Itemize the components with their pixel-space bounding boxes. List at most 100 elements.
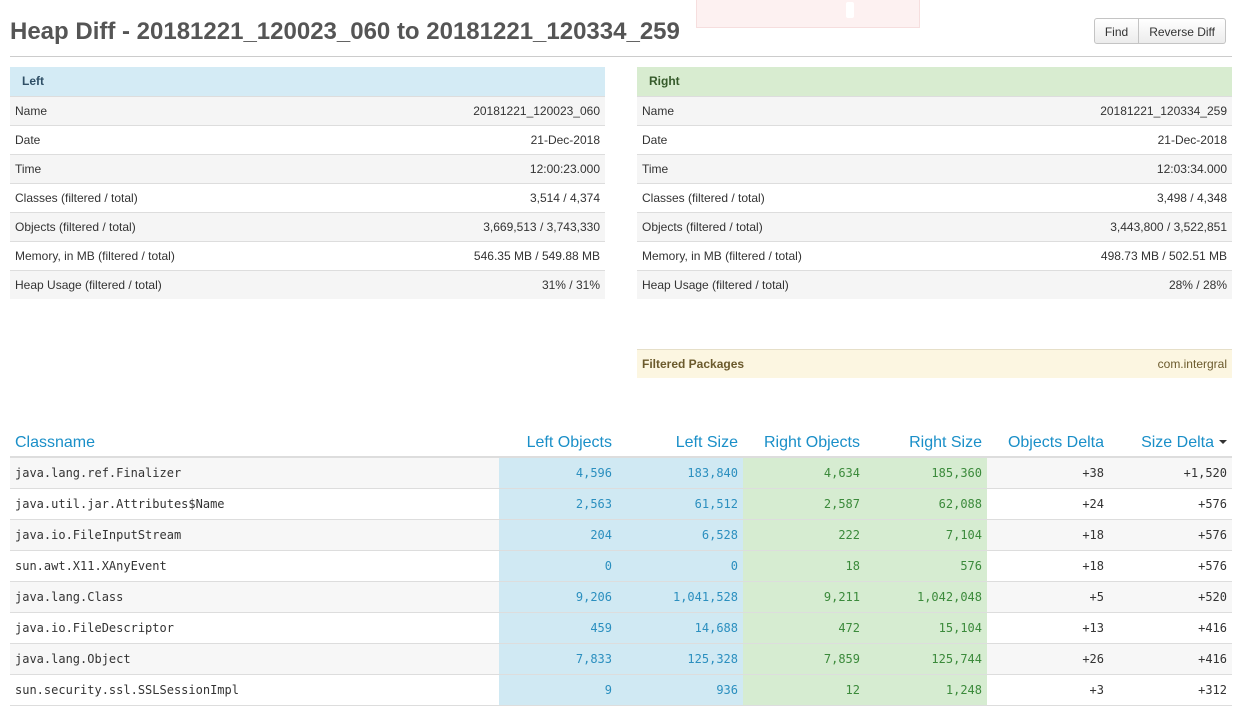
cell-right-size: 125,744 bbox=[865, 643, 987, 675]
right-info-value: 3,498 / 4,348 bbox=[1156, 191, 1227, 205]
left-panel-heading: Left bbox=[10, 67, 605, 97]
table-row[interactable]: sun.security.ssl.SSLSessionImpl 9 936 12 1,2… bbox=[10, 674, 1232, 706]
left-info-label: Name bbox=[15, 104, 48, 118]
reverse-diff-button[interactable]: Reverse Diff bbox=[1139, 18, 1226, 44]
left-info-label: Date bbox=[15, 133, 41, 147]
right-info-row: Heap Usage (filtered / total) 28% / 28% bbox=[637, 271, 1232, 299]
cell-right-size: 1,042,048 bbox=[865, 581, 987, 613]
toolbar: Find Reverse Diff bbox=[1093, 18, 1226, 44]
cell-left-size: 125,328 bbox=[617, 643, 743, 675]
column-header-left-size[interactable]: Left Size bbox=[617, 429, 743, 458]
column-header-classname[interactable]: Classname bbox=[10, 429, 499, 458]
right-info-value: 28% / 28% bbox=[1168, 278, 1227, 292]
table-row[interactable]: java.io.FileInputStream 204 6,528 222 7,104 +… bbox=[10, 519, 1232, 551]
cell-right-size: 7,104 bbox=[865, 519, 987, 551]
table-header-row: Classname Left Objects Left Size Right O… bbox=[10, 429, 1232, 458]
cell-right-objects: 222 bbox=[743, 519, 865, 551]
cell-objects-delta: +18 bbox=[987, 519, 1109, 551]
table-row[interactable]: java.util.jar.Attributes$Name 2,563 61,512… bbox=[10, 488, 1232, 520]
cell-right-objects: 4,634 bbox=[743, 457, 865, 489]
table-row[interactable]: java.lang.Class 9,206 1,041,528 9,211 1,042,… bbox=[10, 581, 1232, 613]
cell-left-size: 0 bbox=[617, 550, 743, 582]
page-title: Heap Diff - 20181221_120023_060 to 20181… bbox=[10, 18, 680, 45]
cell-left-objects: 0 bbox=[499, 550, 617, 582]
header-divider bbox=[10, 56, 1232, 57]
right-panel-heading: Right bbox=[637, 67, 1232, 97]
column-header-right-objects[interactable]: Right Objects bbox=[743, 429, 865, 458]
cell-left-size: 6,528 bbox=[617, 519, 743, 551]
right-info-row: Classes (filtered / total) 3,498 / 4,348 bbox=[637, 184, 1232, 213]
right-info-value: 498.73 MB / 502.51 MB bbox=[1100, 249, 1227, 263]
left-info-label: Objects (filtered / total) bbox=[15, 220, 136, 234]
cell-size-delta: +416 bbox=[1109, 612, 1232, 644]
right-info-row: Objects (filtered / total) 3,443,800 / 3,… bbox=[637, 213, 1232, 242]
right-info-row: Name 20181221_120334_259 bbox=[637, 97, 1232, 126]
right-info-row: Memory, in MB (filtered / total) 498.73 M… bbox=[637, 242, 1232, 271]
cell-left-objects: 4,596 bbox=[499, 457, 617, 489]
left-info-value: 3,669,513 / 3,743,330 bbox=[483, 220, 600, 234]
right-info-label: Date bbox=[642, 133, 668, 147]
cell-right-size: 185,360 bbox=[865, 457, 987, 489]
cell-left-objects: 7,833 bbox=[499, 643, 617, 675]
cell-right-objects: 472 bbox=[743, 612, 865, 644]
cell-size-delta: +416 bbox=[1109, 643, 1232, 675]
cell-objects-delta: +13 bbox=[987, 612, 1109, 644]
cell-objects-delta: +24 bbox=[987, 488, 1109, 520]
filtered-packages-label: Filtered Packages bbox=[642, 357, 745, 371]
left-info-row: Time 12:00:23.000 bbox=[10, 155, 605, 184]
left-info-label: Time bbox=[15, 162, 42, 176]
cell-objects-delta: +3 bbox=[987, 674, 1109, 706]
right-info-row: Date 21-Dec-2018 bbox=[637, 126, 1232, 155]
left-info-row: Classes (filtered / total) 3,514 / 4,374 bbox=[10, 184, 605, 213]
table-row[interactable]: java.lang.Object 7,833 125,328 7,859 125,744… bbox=[10, 643, 1232, 675]
right-info-label: Time bbox=[642, 162, 669, 176]
right-info-label: Name bbox=[642, 104, 675, 118]
banner-handle bbox=[846, 2, 854, 18]
cell-right-objects: 7,859 bbox=[743, 643, 865, 675]
column-header-size-delta[interactable]: Size Delta bbox=[1109, 429, 1232, 458]
right-info-row: Time 12:03:34.000 bbox=[637, 155, 1232, 184]
cell-left-objects: 9,206 bbox=[499, 581, 617, 613]
column-header-right-size[interactable]: Right Size bbox=[865, 429, 987, 458]
left-info-row: Date 21-Dec-2018 bbox=[10, 126, 605, 155]
left-info-value: 3,514 / 4,374 bbox=[529, 191, 600, 205]
cell-size-delta: +576 bbox=[1109, 488, 1232, 520]
background-banner bbox=[696, 0, 920, 28]
right-info-value: 21-Dec-2018 bbox=[1157, 133, 1227, 147]
left-info-label: Memory, in MB (filtered / total) bbox=[15, 249, 175, 263]
filtered-packages: Filtered Packages com.intergral bbox=[637, 349, 1232, 378]
cell-left-objects: 2,563 bbox=[499, 488, 617, 520]
cell-size-delta: +576 bbox=[1109, 550, 1232, 582]
size-delta-label: Size Delta bbox=[1141, 433, 1214, 451]
caret-down-icon bbox=[1219, 440, 1227, 445]
table-row[interactable]: sun.awt.X11.XAnyEvent 0 0 18 576 +18 +576 bbox=[10, 550, 1232, 582]
right-info-label: Objects (filtered / total) bbox=[642, 220, 763, 234]
cell-size-delta: +576 bbox=[1109, 519, 1232, 551]
cell-left-size: 183,840 bbox=[617, 457, 743, 489]
cell-classname: java.lang.ref.Finalizer bbox=[10, 457, 499, 489]
cell-objects-delta: +38 bbox=[987, 457, 1109, 489]
column-header-left-objects[interactable]: Left Objects bbox=[499, 429, 617, 458]
right-info-label: Classes (filtered / total) bbox=[642, 191, 765, 205]
cell-size-delta: +312 bbox=[1109, 674, 1232, 706]
right-info-label: Heap Usage (filtered / total) bbox=[642, 278, 789, 292]
right-snapshot-panel: Right Name 20181221_120334_259 Date 21-Dec-… bbox=[637, 67, 1232, 299]
cell-classname: java.lang.Class bbox=[10, 581, 499, 613]
table-row[interactable]: java.io.FileDescriptor 459 14,688 472 15,104… bbox=[10, 612, 1232, 644]
cell-classname: java.io.FileInputStream bbox=[10, 519, 499, 551]
cell-right-size: 1,248 bbox=[865, 674, 987, 706]
cell-left-size: 936 bbox=[617, 674, 743, 706]
filtered-packages-value: com.intergral bbox=[1157, 357, 1227, 371]
right-info-value: 3,443,800 / 3,522,851 bbox=[1110, 220, 1227, 234]
cell-classname: java.io.FileDescriptor bbox=[10, 612, 499, 644]
left-info-value: 546.35 MB / 549.88 MB bbox=[473, 249, 600, 263]
cell-left-objects: 459 bbox=[499, 612, 617, 644]
column-header-objects-delta[interactable]: Objects Delta bbox=[987, 429, 1109, 458]
cell-left-objects: 9 bbox=[499, 674, 617, 706]
cell-classname: sun.awt.X11.XAnyEvent bbox=[10, 550, 499, 582]
left-info-value: 31% / 31% bbox=[541, 278, 600, 292]
right-info-label: Memory, in MB (filtered / total) bbox=[642, 249, 802, 263]
heap-diff-table: Classname Left Objects Left Size Right O… bbox=[10, 429, 1232, 706]
find-button[interactable]: Find bbox=[1093, 18, 1140, 44]
table-row[interactable]: java.lang.ref.Finalizer 4,596 183,840 4,634… bbox=[10, 457, 1232, 489]
